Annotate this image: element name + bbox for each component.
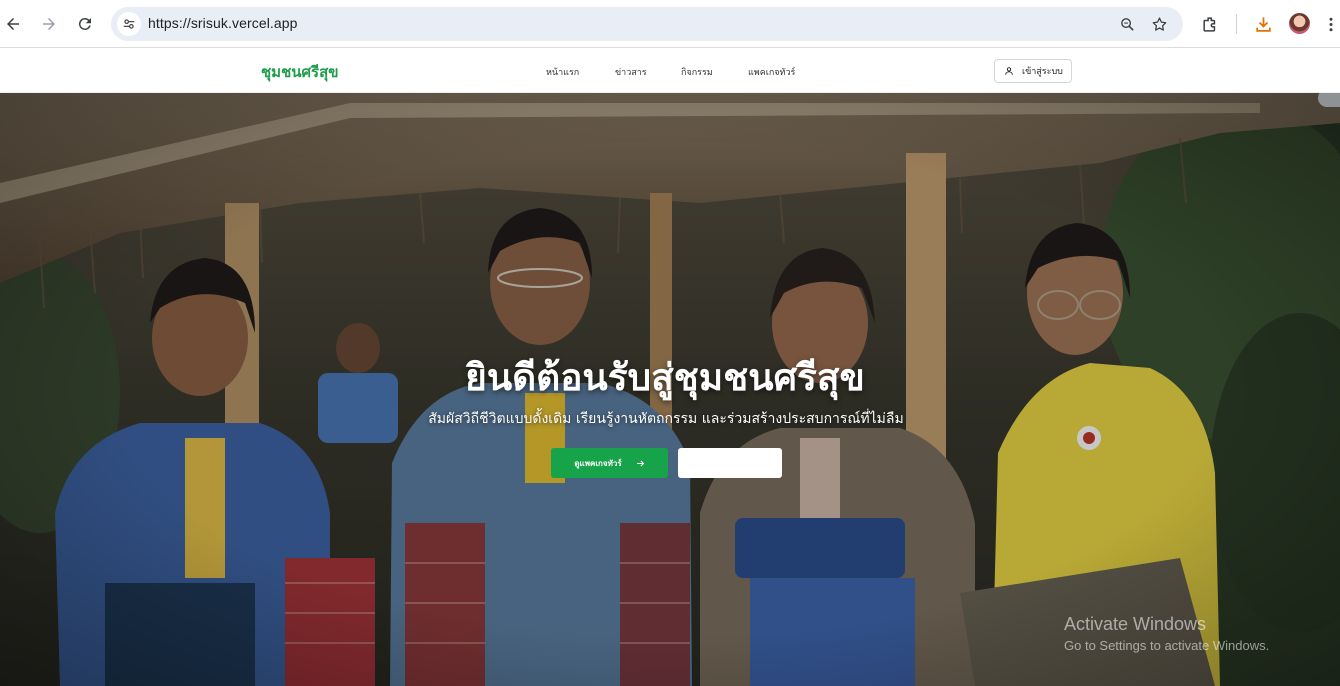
- url-text[interactable]: https://srisuk.vercel.app: [148, 15, 298, 31]
- nav-home[interactable]: หน้าแรก: [546, 65, 579, 79]
- secondary-cta-button[interactable]: [678, 448, 782, 478]
- download-icon[interactable]: [1251, 12, 1275, 36]
- site-info-icon[interactable]: [117, 12, 141, 36]
- cta-label: ดูแพคเกจทัวร์: [574, 458, 622, 468]
- toolbar-divider: [1236, 14, 1237, 34]
- back-icon[interactable]: [1, 12, 25, 36]
- hero-subtitle: สัมผัสวิถีชีวิตแบบดั้งเดิม เรียนรู้งานหั…: [428, 411, 904, 427]
- menu-kebab-icon[interactable]: [1322, 12, 1340, 36]
- browser-toolbar: https://srisuk.vercel.app: [0, 0, 1340, 48]
- scrollbar-thumb[interactable]: [1318, 93, 1340, 107]
- nav-activities[interactable]: กิจกรรม: [681, 65, 713, 79]
- hero-section: ยินดีต้อนรับสู่ชุมชนศรีสุข สัมผัสวิถีชีว…: [0, 93, 1340, 686]
- bookmark-star-icon[interactable]: [1149, 14, 1169, 34]
- profile-avatar[interactable]: [1289, 13, 1310, 34]
- arrow-right-icon: [636, 460, 644, 466]
- hero-title: ยินดีต้อนรับสู่ชุมชนศรีสุข: [465, 356, 865, 399]
- windows-activation-subtitle: Go to Settings to activate Windows.: [1064, 638, 1270, 653]
- user-icon: [1005, 67, 1013, 75]
- nav-tour-packages[interactable]: แพคเกจทัวร์: [748, 65, 795, 79]
- windows-activation-title: Activate Windows: [1064, 614, 1207, 634]
- forward-icon[interactable]: [37, 12, 61, 36]
- site-header: ชุมชนศรีสุข หน้าแรก ข่าวสาร กิจกรรม แพคเ…: [0, 48, 1340, 93]
- site-logo[interactable]: ชุมชนศรีสุข: [261, 60, 339, 84]
- login-label: เข้าสู่ระบบ: [1022, 67, 1063, 77]
- login-button[interactable]: เข้าสู่ระบบ: [994, 59, 1072, 83]
- address-bar[interactable]: https://srisuk.vercel.app: [111, 7, 1183, 41]
- nav-news[interactable]: ข่าวสาร: [615, 65, 647, 79]
- view-tour-packages-button[interactable]: ดูแพคเกจทัวร์: [551, 448, 668, 478]
- extensions-icon[interactable]: [1198, 12, 1222, 36]
- zoom-icon[interactable]: [1117, 14, 1137, 34]
- reload-icon[interactable]: [73, 12, 97, 36]
